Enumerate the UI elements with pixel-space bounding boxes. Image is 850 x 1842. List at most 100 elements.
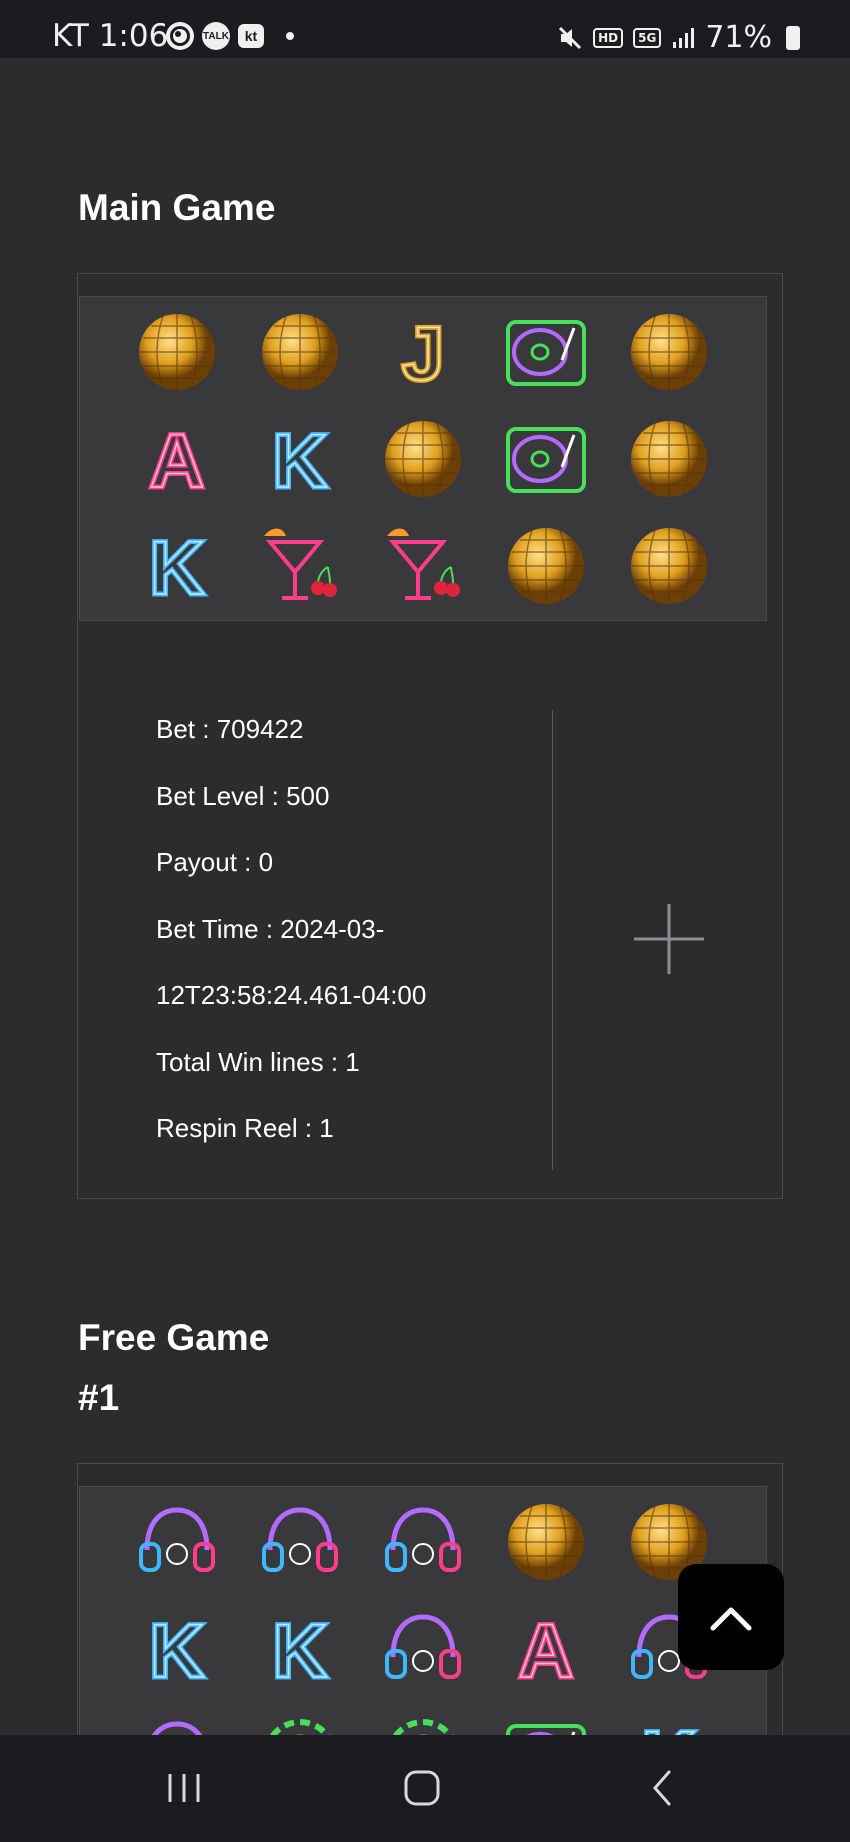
home-button[interactable] — [392, 1763, 452, 1813]
disco-ball-icon — [631, 527, 707, 604]
free-reel-symbol-disco-ball — [485, 1488, 608, 1595]
navigation-bar — [0, 1735, 850, 1842]
total-win-lines-value: Total Win lines : 1 — [156, 1046, 360, 1077]
disco-ball-icon — [262, 313, 338, 390]
free-reel-symbol-headphones — [116, 1702, 239, 1735]
free-game-number: #1 — [78, 1377, 120, 1418]
main-game-info: Bet : 709422 Bet Level : 500 Payout : 0 … — [156, 696, 426, 1162]
letter-K-icon: K K — [270, 1606, 330, 1693]
disco-ball-icon — [508, 527, 584, 604]
respin-reel-value: Respin Reel : 1 — [156, 1113, 334, 1143]
scroll-to-top-button[interactable] — [678, 1564, 784, 1670]
status-time: KT 1:06 — [52, 18, 169, 54]
free-reel-symbol-headphones — [116, 1488, 239, 1595]
battery-percent: 71% — [705, 20, 772, 55]
disco-ball-icon — [385, 420, 461, 497]
free-reel-symbol-headphones — [362, 1595, 485, 1702]
bet-level-value: Bet Level : 500 — [156, 780, 330, 811]
turntable-icon — [506, 1723, 586, 1735]
disco-ball-icon — [631, 313, 707, 390]
svg-text:A: A — [519, 1609, 574, 1693]
mute-icon — [559, 26, 582, 49]
headphones-icon — [385, 1613, 461, 1679]
main-game-card: J J A A K K K K Bet: 709422 Bet Level: … — [77, 273, 783, 1199]
main-reel-symbol-disco-ball — [608, 405, 731, 512]
main-reel-symbol-turntable — [485, 298, 608, 405]
cocktail-icon — [387, 528, 460, 600]
letter-J-icon: J J — [399, 309, 446, 396]
letter-K-icon: K K — [147, 523, 207, 610]
main-game-reels: J J A A K K K K — [79, 296, 767, 621]
free-reel-symbol-letter-K: K K — [608, 1702, 731, 1735]
svg-text:K: K — [273, 419, 328, 503]
letter-A-icon: A A — [516, 1606, 576, 1693]
network-5g-icon: 5G — [633, 27, 662, 48]
svg-text:K: K — [273, 1609, 328, 1693]
recent-apps-icon — [168, 1774, 200, 1802]
main-reel-symbol-disco-ball — [608, 512, 731, 619]
world-icon — [166, 22, 194, 50]
headphones-icon — [151, 1720, 203, 1735]
main-reel-symbol-letter-K: K K — [239, 405, 362, 512]
back-button[interactable] — [632, 1763, 692, 1813]
bet-time-value: Bet Time : 2024-03- — [156, 913, 385, 944]
letter-K-icon: K K — [270, 416, 330, 503]
letter-K-icon: K K — [147, 1606, 207, 1693]
bet-value: Bet : 709422 — [156, 714, 304, 744]
green-chip-icon — [269, 1718, 331, 1735]
main-reel-symbol-letter-A: A A — [116, 405, 239, 512]
status-bar: KT 1:06 TALK kt HD 5G 71% — [0, 0, 850, 58]
main-reel-symbol-turntable — [485, 405, 608, 512]
signal-icon — [673, 27, 695, 48]
free-reel-symbol-letter-K: K K — [116, 1595, 239, 1702]
cocktail-icon — [264, 528, 337, 600]
recent-apps-button[interactable] — [154, 1763, 214, 1813]
info-divider — [552, 710, 553, 1170]
system-status: HD 5G 71% — [557, 20, 800, 55]
back-icon — [653, 1770, 671, 1806]
expand-details-button[interactable] — [634, 904, 704, 974]
free-reel-symbol-headphones — [362, 1488, 485, 1595]
more-notifications-dot — [286, 32, 294, 40]
free-reel-symbol-headphones — [239, 1488, 362, 1595]
main-reel-symbol-cocktail — [239, 512, 362, 619]
free-game-reels: K KK K A A K K — [79, 1486, 767, 1735]
letter-A-icon: A A — [147, 416, 207, 503]
free-reel-symbol-green-chip — [362, 1702, 485, 1735]
main-reel-symbol-letter-K: K K — [116, 512, 239, 619]
headphones-icon — [262, 1506, 338, 1572]
turntable-icon — [506, 426, 586, 493]
main-reel-symbol-disco-ball — [608, 298, 731, 405]
main-reel-symbol-disco-ball — [485, 512, 608, 619]
history-content[interactable]: Main Game J J A A K K K K Bet: 709422 Be… — [0, 58, 850, 1735]
chevron-up-icon — [710, 1607, 752, 1631]
svg-text:J: J — [402, 312, 444, 396]
kt-icon: kt — [238, 24, 264, 48]
main-game-title: Main Game — [78, 187, 276, 228]
main-reel-symbol-cocktail — [362, 512, 485, 619]
hd-icon: HD — [593, 27, 624, 48]
svg-text:K: K — [150, 1609, 205, 1693]
disco-ball-icon — [139, 313, 215, 390]
free-reel-symbol-turntable — [485, 1702, 608, 1735]
disco-ball-icon — [631, 420, 707, 497]
main-reel-symbol-disco-ball — [116, 298, 239, 405]
battery-icon — [786, 25, 800, 50]
headphones-icon — [385, 1506, 461, 1572]
free-reel-symbol-green-chip — [239, 1702, 362, 1735]
svg-text:K: K — [150, 526, 205, 610]
free-reel-symbol-letter-K: K K — [239, 1595, 362, 1702]
turntable-icon — [506, 319, 586, 386]
svg-text:K: K — [642, 1716, 697, 1736]
free-reel-symbol-letter-A: A A — [485, 1595, 608, 1702]
free-game-title: Free Game — [78, 1317, 270, 1358]
main-reel-symbol-disco-ball — [239, 298, 362, 405]
payout-value: Payout : 0 — [156, 847, 274, 877]
talk-icon: TALK — [202, 22, 230, 50]
disco-ball-icon — [508, 1503, 584, 1580]
green-chip-icon — [392, 1718, 454, 1735]
headphones-icon — [139, 1506, 215, 1572]
notification-icons: TALK kt — [166, 22, 294, 50]
bet-time-value-cont: 12T23:58:24.461-04:00 — [156, 980, 427, 1010]
home-icon — [404, 1770, 440, 1806]
